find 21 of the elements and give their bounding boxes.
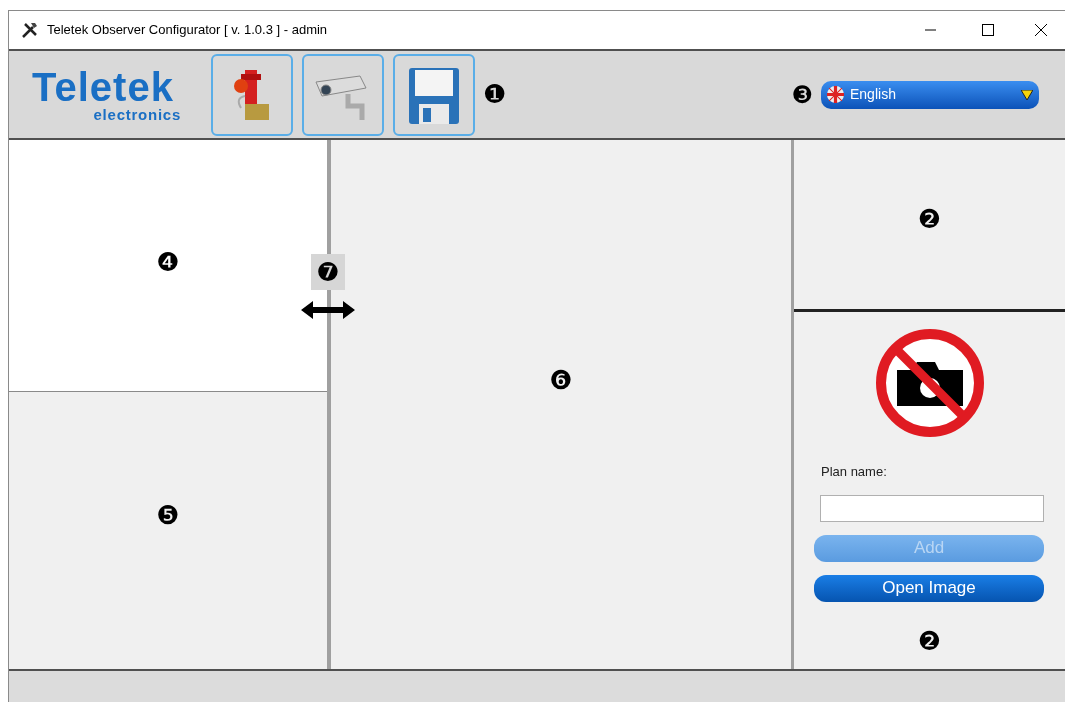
floppy-disk-button[interactable] bbox=[393, 53, 475, 136]
callout-number: ❷ bbox=[917, 624, 942, 658]
callout-number: ❹ bbox=[156, 246, 180, 279]
resize-arrow-icon bbox=[301, 300, 355, 320]
panel-button[interactable]: Open Image bbox=[814, 574, 1044, 602]
fire-alarm-lock-button[interactable] bbox=[211, 53, 293, 136]
language-dropdown[interactable]: English bbox=[821, 80, 1039, 109]
callout-number: ❼ bbox=[311, 254, 345, 290]
callout-number: ❶ bbox=[483, 78, 507, 111]
callout-number: ❸ bbox=[791, 79, 813, 111]
plan-name-label: Plan name: bbox=[821, 463, 888, 481]
callout-number: ❻ bbox=[549, 364, 573, 397]
teletek-logo: Teletek electronics bbox=[31, 67, 182, 122]
window-title: Teletek Observer Configurator [ v. 1.0.3 ] - admin bbox=[47, 21, 328, 40]
plan-name-field[interactable] bbox=[820, 494, 1044, 522]
security-camera-button[interactable] bbox=[302, 53, 384, 136]
dropdown-arrow-icon bbox=[1021, 89, 1033, 100]
callout-number: ❷ bbox=[917, 203, 942, 236]
no-camera-icon bbox=[874, 328, 985, 438]
callout-number: ❺ bbox=[156, 499, 180, 532]
tools-icon bbox=[21, 21, 39, 39]
